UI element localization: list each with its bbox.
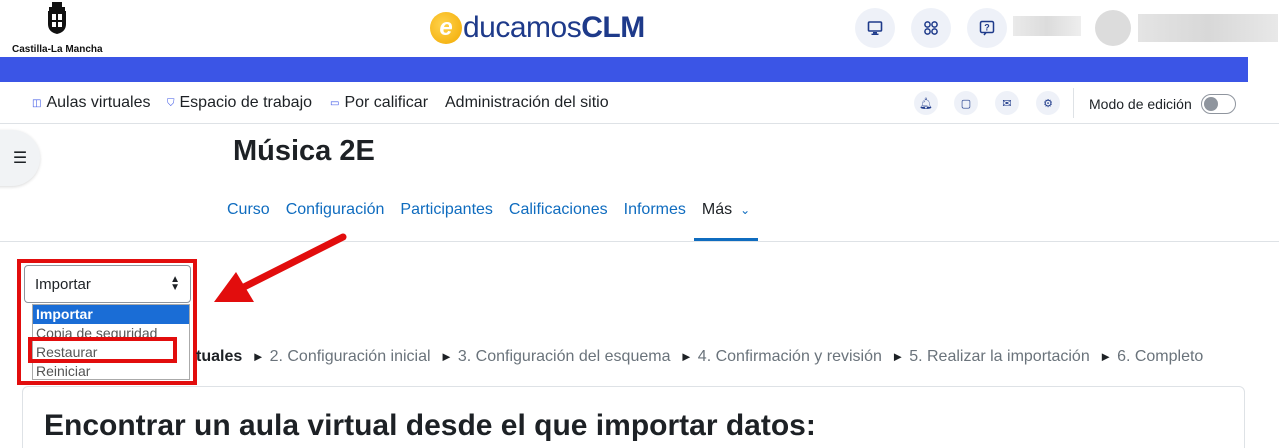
course-index-toggle[interactable]: ☰ bbox=[0, 130, 40, 186]
jccm-logo-text: Castilla-La Mancha bbox=[12, 44, 103, 55]
svg-text:?: ? bbox=[984, 23, 990, 33]
tab-calificaciones[interactable]: Calificaciones bbox=[501, 190, 616, 241]
top-header: Castilla-La Mancha e ducamosCLM ? bbox=[0, 0, 1279, 57]
nav-espacio-de-trabajo[interactable]: ⛉ Espacio de trabajo bbox=[167, 94, 312, 112]
shield-icon: ⛉ bbox=[167, 97, 175, 109]
desktop-button[interactable] bbox=[855, 8, 895, 48]
card-title: Encontrar un aula virtual desde el que i… bbox=[44, 409, 816, 442]
notifications-button[interactable]: 🔔︎ bbox=[914, 91, 938, 115]
step-3: 3. Configuración del esquema bbox=[457, 348, 671, 365]
avatar[interactable] bbox=[1095, 10, 1131, 46]
step-separator: ► bbox=[679, 349, 693, 364]
list-icon: ☰ bbox=[12, 150, 28, 167]
step-separator: ► bbox=[891, 349, 905, 364]
help-icon: ? bbox=[979, 20, 995, 36]
step-4: 4. Confirmación y revisión bbox=[697, 348, 882, 365]
settings-button[interactable]: ⚙ bbox=[1036, 91, 1060, 115]
aulas-icon: ◫ bbox=[32, 97, 42, 109]
tab-mas[interactable]: Más ⌄ bbox=[693, 190, 759, 241]
grading-icon: ▭ bbox=[330, 97, 340, 109]
page-title: Música 2E bbox=[233, 135, 375, 167]
highlight-box-restaurar bbox=[28, 337, 177, 363]
step-2: 2. Configuración inicial bbox=[269, 348, 431, 365]
brand-e-mark: e bbox=[430, 12, 462, 44]
brand-name-bold: CLM bbox=[581, 11, 645, 44]
desktop-icon bbox=[867, 21, 883, 35]
highlight-box-select bbox=[17, 259, 197, 385]
step-1-partial: tuales bbox=[196, 348, 243, 365]
nav-por-calificar[interactable]: ▭ Por calificar bbox=[330, 94, 428, 112]
help-button[interactable]: ? bbox=[967, 8, 1007, 48]
step-6: 6. Completo bbox=[1117, 348, 1204, 365]
nav-divider bbox=[1073, 88, 1074, 118]
messages-button[interactable]: ▢ bbox=[954, 91, 978, 115]
bell-icon: 🔔︎ bbox=[919, 97, 933, 110]
header-divider bbox=[0, 241, 1279, 242]
step-separator: ► bbox=[1099, 349, 1113, 364]
apps-button[interactable] bbox=[911, 8, 951, 48]
step-separator: ► bbox=[251, 349, 265, 364]
nav-por-calificar-label: Por calificar bbox=[344, 94, 429, 111]
blurred-user-info bbox=[1013, 16, 1081, 36]
blurred-user-name bbox=[1138, 14, 1278, 42]
edit-mode-label: Modo de edición bbox=[1089, 96, 1192, 112]
castilla-la-mancha-logo[interactable]: Castilla-La Mancha bbox=[12, 2, 103, 55]
step-separator: ► bbox=[440, 349, 453, 364]
mail-icon: ✉ bbox=[1002, 97, 1012, 110]
nav-administracion-label: Administración del sitio bbox=[445, 94, 609, 111]
brand-name: ducamosCLM bbox=[463, 11, 645, 45]
brand-name-regular: ducamos bbox=[463, 11, 582, 44]
tab-informes[interactable]: Informes bbox=[616, 190, 694, 241]
nav-administracion-del-sitio[interactable]: Administración del sitio bbox=[445, 94, 609, 112]
chat-icon: ▢ bbox=[960, 97, 972, 110]
import-steps: tuales ► 2. Configuración inicial ► 3. Con… bbox=[196, 348, 1203, 366]
toggle-knob bbox=[1204, 97, 1218, 111]
tab-mas-label: Más bbox=[701, 201, 733, 218]
edit-mode-toggle[interactable] bbox=[1201, 94, 1236, 114]
nav-espacio-de-trabajo-label: Espacio de trabajo bbox=[179, 94, 313, 111]
apps-grid-icon bbox=[924, 21, 938, 35]
chevron-down-icon: ⌄ bbox=[740, 203, 751, 217]
educamosclm-logo[interactable]: e ducamosCLM bbox=[430, 8, 645, 48]
jccm-shield-icon bbox=[48, 2, 66, 34]
mail-button[interactable]: ✉ bbox=[995, 91, 1019, 115]
nav-aulas-virtuales-label: Aulas virtuales bbox=[46, 94, 151, 111]
nav-aulas-virtuales[interactable]: ◫ Aulas virtuales bbox=[32, 94, 151, 112]
settings-icon: ⚙ bbox=[1043, 97, 1053, 110]
annotation-arrow-icon bbox=[214, 233, 347, 302]
find-course-card: Encontrar un aula virtual desde el que i… bbox=[22, 386, 1245, 448]
step-5: 5. Realizar la importación bbox=[909, 348, 1090, 365]
accent-bar bbox=[0, 57, 1248, 82]
tab-participantes[interactable]: Participantes bbox=[392, 190, 501, 241]
primary-navigation: ◫ Aulas virtuales ⛉ Espacio de trabajo ▭… bbox=[0, 82, 1279, 124]
